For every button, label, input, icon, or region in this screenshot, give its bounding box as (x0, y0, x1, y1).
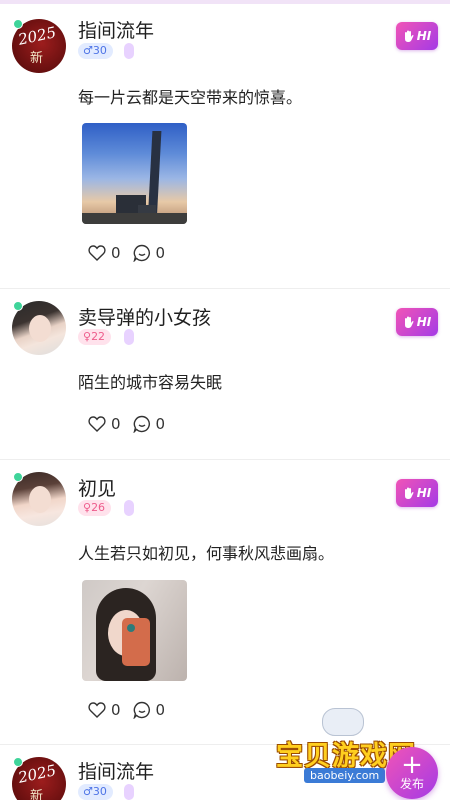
avatar[interactable] (12, 301, 66, 355)
say-hi-button[interactable]: HI (396, 479, 438, 507)
online-indicator (13, 472, 23, 482)
gender-age-badge: ♀22 (78, 329, 112, 345)
age-value: 30 (92, 44, 107, 57)
post-actions: 0 0 (88, 699, 177, 721)
post-content: 陌生的城市容易失眠 (78, 373, 223, 392)
publish-label: 发布 (399, 777, 424, 791)
post-content: 人生若只如初见，何事秋风悲画扇。 (78, 544, 335, 563)
hi-label: HI (416, 486, 432, 500)
level-badge (124, 500, 134, 516)
avatar-text: 2025 (16, 761, 58, 787)
age-value: 22 (91, 330, 106, 343)
level-badge (124, 784, 134, 800)
comment-count: 0 (155, 415, 166, 433)
comment-count: 0 (155, 701, 166, 719)
post-content: 每一片云都是天空带来的惊喜。 (78, 88, 303, 107)
post-card[interactable]: 初见 ♀26 HI 人生若只如初见，何事秋风悲画扇。 0 0 (0, 460, 450, 744)
like-count: 0 (111, 701, 121, 719)
like-button[interactable]: 0 (88, 415, 121, 433)
publish-button[interactable]: + 发布 (386, 747, 438, 799)
comment-icon (132, 701, 150, 719)
like-count: 0 (111, 244, 121, 262)
username[interactable]: 初见 (78, 474, 116, 501)
avatar-text: 新 (30, 51, 44, 66)
heart-icon (88, 702, 106, 718)
hi-label: HI (416, 315, 432, 329)
comment-icon (132, 415, 150, 433)
male-icon: ♂ (83, 44, 93, 57)
level-badge (124, 43, 134, 59)
avatar-text: 新 (30, 789, 44, 800)
say-hi-button[interactable]: HI (396, 308, 438, 336)
avatar[interactable]: 2025 新 (12, 19, 66, 73)
age-value: 26 (91, 501, 106, 514)
online-indicator (13, 301, 23, 311)
gamepad-icon (322, 708, 364, 736)
heart-icon (88, 245, 106, 261)
comment-count: 0 (155, 244, 166, 262)
hi-label: HI (416, 29, 432, 43)
post-actions: 0 0 (88, 413, 177, 435)
like-button[interactable]: 0 (88, 701, 121, 719)
plus-icon: + (401, 750, 423, 780)
post-image[interactable] (82, 123, 187, 224)
heart-icon (88, 416, 106, 432)
comment-button[interactable]: 0 (132, 701, 166, 719)
online-indicator (13, 19, 23, 29)
comment-icon (132, 244, 150, 262)
wave-hand-icon (404, 487, 414, 499)
username[interactable]: 指间流年 (78, 757, 154, 784)
online-indicator (13, 757, 23, 767)
avatar[interactable] (12, 472, 66, 526)
avatar-text: 2025 (16, 23, 58, 49)
female-icon: ♀ (83, 501, 92, 514)
watermark-url: baobeiy.com (304, 768, 386, 783)
wave-hand-icon (404, 316, 414, 328)
username[interactable]: 卖导弹的小女孩 (78, 303, 211, 330)
like-count: 0 (111, 415, 121, 433)
wave-hand-icon (404, 30, 414, 42)
post-card[interactable]: 卖导弹的小女孩 ♀22 HI 陌生的城市容易失眠 0 0 (0, 289, 450, 459)
like-button[interactable]: 0 (88, 244, 121, 262)
level-badge (124, 329, 134, 345)
comment-button[interactable]: 0 (132, 415, 166, 433)
age-value: 30 (92, 785, 107, 798)
gender-age-badge: ♀26 (78, 500, 112, 516)
say-hi-button[interactable]: HI (396, 22, 438, 50)
female-icon: ♀ (83, 330, 92, 343)
comment-button[interactable]: 0 (132, 244, 166, 262)
avatar[interactable]: 2025 新 (12, 757, 66, 800)
post-card[interactable]: 2025 新 指间流年 ♂30 HI 每一片云都是天空带来的惊喜。 0 0 (0, 0, 450, 288)
username[interactable]: 指间流年 (78, 16, 154, 43)
post-image[interactable] (82, 580, 187, 681)
post-actions: 0 0 (88, 242, 177, 264)
gender-age-badge: ♂30 (78, 43, 113, 59)
male-icon: ♂ (83, 785, 93, 798)
gender-age-badge: ♂30 (78, 784, 113, 800)
